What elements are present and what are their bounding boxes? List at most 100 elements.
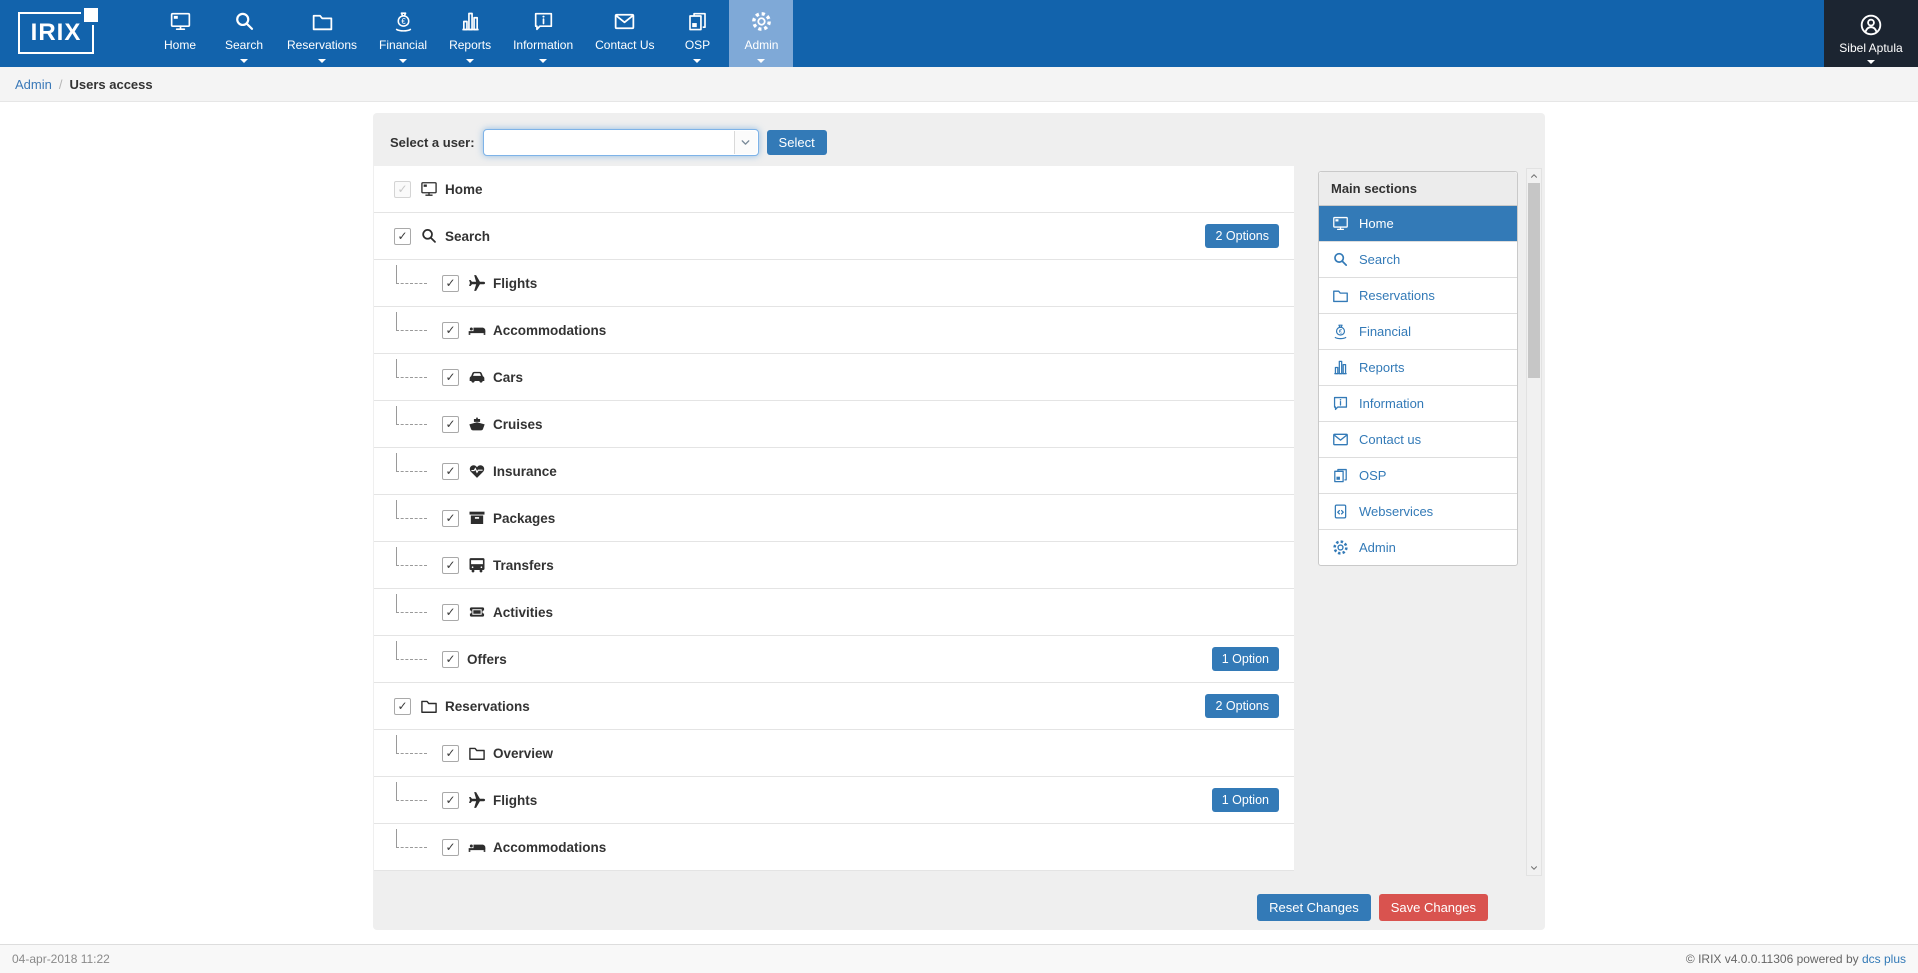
nav-item-search[interactable]: Search — [212, 0, 276, 67]
user-circle-icon — [1858, 12, 1884, 38]
nav-item-osp[interactable]: OSP — [665, 0, 729, 67]
reset-changes-button[interactable]: Reset Changes — [1257, 894, 1371, 921]
folder-icon — [310, 9, 335, 34]
dcs-plus-link[interactable]: dcs plus — [1862, 952, 1906, 966]
footer-timestamp: 04-apr-2018 11:22 — [12, 952, 110, 966]
caret-down-icon — [399, 59, 407, 63]
caret-down-icon — [240, 59, 248, 63]
checkbox[interactable] — [442, 839, 459, 856]
sidebar-item-information[interactable]: Information — [1319, 386, 1517, 422]
tree-row-reservations: Reservations 2 Options — [374, 683, 1294, 730]
tree-row-cars: Cars — [374, 354, 1294, 401]
breadcrumb-link-admin[interactable]: Admin — [15, 77, 52, 92]
breadcrumb-current: Users access — [69, 77, 152, 92]
tree-row-flights-2: Flights 1 Option — [374, 777, 1294, 824]
tree-row-flights: Flights — [374, 260, 1294, 307]
logo-corner-mark — [81, 8, 98, 25]
checkbox[interactable] — [442, 792, 459, 809]
tree-connector — [396, 265, 427, 284]
checkbox[interactable] — [442, 463, 459, 480]
checkbox[interactable] — [442, 416, 459, 433]
scroll-down-arrow[interactable] — [1527, 861, 1541, 875]
select-user-label: Select a user: — [390, 135, 475, 150]
permissions-tree: Home Search 2 Options Flights Accommodat… — [374, 166, 1294, 871]
bed-icon — [467, 837, 487, 857]
tree-row-offers: Offers 1 Option — [374, 636, 1294, 683]
plane-icon — [467, 790, 487, 810]
nav-item-information[interactable]: Information — [502, 0, 584, 67]
options-badge[interactable]: 2 Options — [1205, 224, 1279, 248]
nav-item-financial[interactable]: Financial — [368, 0, 438, 67]
options-badge[interactable]: 2 Options — [1205, 694, 1279, 718]
nav-item-contact-us[interactable]: Contact Us — [584, 0, 665, 67]
save-changes-button[interactable]: Save Changes — [1379, 894, 1488, 921]
nav-item-reservations[interactable]: Reservations — [276, 0, 368, 67]
sidebar-item-financial[interactable]: Financial — [1319, 314, 1517, 350]
breadcrumb: Admin / Users access — [0, 67, 1918, 102]
sidebar-item-osp[interactable]: OSP — [1319, 458, 1517, 494]
checkbox[interactable] — [394, 181, 411, 198]
checkbox[interactable] — [442, 745, 459, 762]
folder-icon — [467, 743, 487, 763]
sidebar-item-admin[interactable]: Admin — [1319, 530, 1517, 565]
user-select-combobox[interactable] — [483, 129, 759, 156]
checkbox[interactable] — [442, 557, 459, 574]
monitor-icon — [419, 179, 439, 199]
page-footer: 04-apr-2018 11:22 © IRIX v4.0.0.11306 po… — [0, 944, 1918, 973]
checkbox[interactable] — [442, 322, 459, 339]
folder-icon — [419, 696, 439, 716]
ship-icon — [467, 414, 487, 434]
user-menu[interactable]: Sibel Aptula — [1824, 0, 1918, 67]
sidebar-item-webservices[interactable]: Webservices — [1319, 494, 1517, 530]
options-badge[interactable]: 1 Option — [1212, 647, 1279, 671]
sidebar-item-reports[interactable]: Reports — [1319, 350, 1517, 386]
main-sections-card: Main sections Home Search Reservations F… — [1318, 171, 1518, 566]
tree-row-packages: Packages — [374, 495, 1294, 542]
irix-logo[interactable]: IRIX — [18, 12, 94, 54]
nav-item-admin[interactable]: Admin — [729, 0, 793, 67]
checkbox[interactable] — [442, 651, 459, 668]
nav-item-reports[interactable]: Reports — [438, 0, 502, 67]
sidebar-item-home[interactable]: Home — [1319, 206, 1517, 242]
options-badge[interactable]: 1 Option — [1212, 788, 1279, 812]
search-icon — [419, 226, 439, 246]
top-navigation: IRIX Home Search Reservations Financial … — [0, 0, 1918, 67]
bus-icon — [467, 555, 487, 575]
checkbox[interactable] — [442, 369, 459, 386]
mail-icon — [612, 9, 637, 34]
money-hand-icon — [391, 9, 416, 34]
caret-down-icon — [757, 59, 765, 63]
gear-icon — [749, 9, 774, 34]
sidebar-item-reservations[interactable]: Reservations — [1319, 278, 1517, 314]
bed-icon — [467, 320, 487, 340]
checkbox[interactable] — [442, 604, 459, 621]
user-select-input[interactable] — [485, 131, 734, 154]
logo-text: IRIX — [31, 19, 82, 47]
combobox-dropdown-button[interactable] — [734, 131, 757, 154]
scroll-up-arrow[interactable] — [1527, 169, 1541, 183]
pages-icon — [1331, 466, 1350, 485]
checkbox[interactable] — [442, 510, 459, 527]
folder-icon — [1331, 286, 1350, 305]
caret-down-icon — [693, 59, 701, 63]
gear-icon — [1331, 538, 1350, 557]
tree-connector — [396, 641, 427, 660]
tree-connector — [396, 735, 427, 754]
search-icon — [1331, 250, 1350, 269]
tree-connector — [396, 500, 427, 519]
checkbox[interactable] — [394, 698, 411, 715]
chevron-down-icon — [739, 136, 752, 149]
sidebar-item-contact-us[interactable]: Contact us — [1319, 422, 1517, 458]
checkbox[interactable] — [442, 275, 459, 292]
tree-row-cruises: Cruises — [374, 401, 1294, 448]
checkbox[interactable] — [394, 228, 411, 245]
chevron-up-icon — [1529, 171, 1539, 181]
select-button[interactable]: Select — [767, 130, 827, 155]
vertical-scrollbar[interactable] — [1526, 168, 1542, 876]
sidebar-item-search[interactable]: Search — [1319, 242, 1517, 278]
caret-down-icon — [318, 59, 326, 63]
caret-down-icon — [539, 59, 547, 63]
scrollbar-thumb[interactable] — [1528, 183, 1540, 378]
nav-item-home[interactable]: Home — [148, 0, 212, 67]
tree-row-accommodations: Accommodations — [374, 307, 1294, 354]
